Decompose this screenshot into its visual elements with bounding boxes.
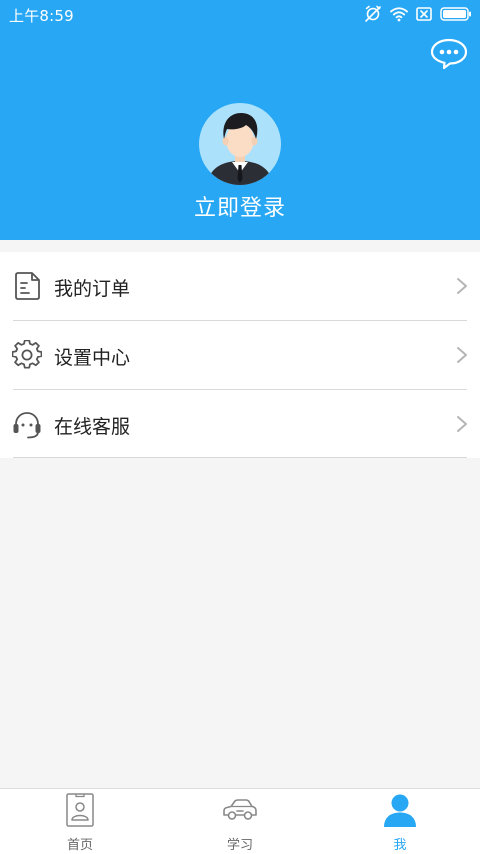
menu-item-label: 在线客服 [54,416,131,438]
chevron-right-icon [457,416,467,432]
tab-label: 我 [393,838,407,853]
chat-bubble-icon [430,38,468,70]
bottom-tab-bar: 首页 学习 我 [0,788,480,854]
headset-icon [13,412,41,439]
person-icon [384,794,416,827]
menu-list: 我的订单 设置中心 在线客服 [0,252,480,458]
login-link[interactable]: 立即登录 [0,190,480,222]
tab-label: 学习 [226,838,253,853]
avatar[interactable] [199,103,281,185]
profile-header: 上午8:59 立即登录 [0,0,480,240]
chevron-right-icon [457,347,467,363]
menu-item-label: 设置中心 [54,347,131,369]
menu-item-settings[interactable]: 设置中心 [0,321,480,389]
status-time: 上午8:59 [9,7,74,25]
order-icon [15,272,40,300]
tab-me[interactable]: 我 [320,789,480,854]
divider [13,457,467,458]
status-bar: 上午8:59 [0,0,480,28]
menu-item-orders[interactable]: 我的订单 [0,252,480,320]
battery-icon [440,7,471,21]
tab-label: 首页 [66,838,93,853]
message-button[interactable] [430,38,468,70]
user-avatar-icon [207,113,273,185]
menu-item-label: 我的订单 [54,278,131,300]
car-icon [223,799,257,820]
menu-item-support[interactable]: 在线客服 [0,390,480,458]
tab-home[interactable]: 首页 [0,789,160,854]
tab-study[interactable]: 学习 [160,789,320,854]
chevron-right-icon [457,278,467,294]
gear-icon [12,340,42,369]
wifi-icon [390,7,408,22]
home-badge-icon [66,793,94,827]
alarm-off-icon [365,5,381,22]
sim-disabled-icon [416,7,432,21]
status-icons [364,4,472,24]
